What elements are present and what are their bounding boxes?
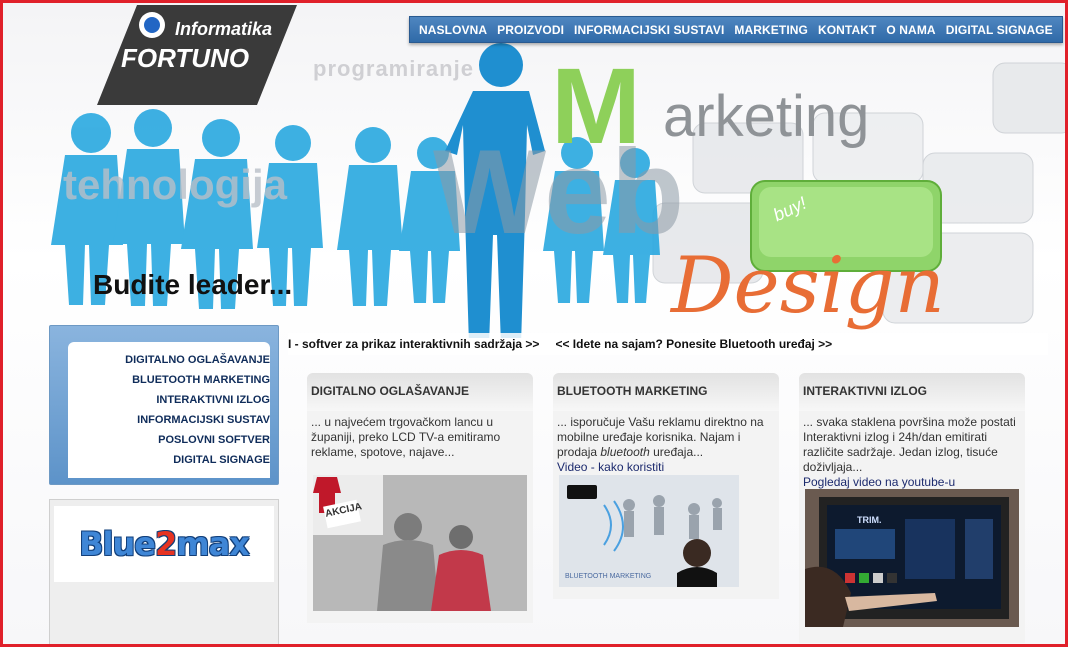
partner-box: Blue2max <box>49 499 279 644</box>
screen-label: TRIM. <box>857 515 882 525</box>
card-bluetooth-marketing: BLUETOOTH MARKETING ... isporučuje Vašu … <box>553 373 779 599</box>
nav-item-informacijski-sustavi[interactable]: INFORMACIJSKI SUSTAVI <box>569 23 729 37</box>
side-menu: DIGITALNO OGLAŠAVANJE BLUETOOTH MARKETING… <box>125 350 270 470</box>
logo-part-blue: Blue <box>79 525 156 563</box>
fortuno-logo[interactable]: Informatika FORTUNO <box>97 5 297 105</box>
side-menu-item[interactable]: BLUETOOTH MARKETING <box>125 370 270 390</box>
card-text: ... u najvećem trgovačkom lancu u župani… <box>311 415 501 459</box>
card-text-emphasis: bluetooth <box>600 445 650 459</box>
side-menu-item[interactable]: DIGITAL SIGNAGE <box>125 450 270 470</box>
hero-word-arketing: arketing <box>663 84 870 149</box>
shopping-photo <box>313 475 527 611</box>
nav-item-kontakt[interactable]: KONTAKT <box>813 23 881 37</box>
logo-part-2: 2 <box>155 525 177 563</box>
ticker-link-bluetooth[interactable]: << Idete na sajam? Ponesite Bluetooth ur… <box>555 337 832 351</box>
hero-word-design: Design <box>671 241 945 331</box>
nav-item-digital-signage[interactable]: DIGITAL SIGNAGE <box>941 23 1058 37</box>
hero-banner: Informatika FORTUNO NASLOVNA PROIZVODI INF… <box>3 3 1065 338</box>
card-text: ... svaka staklena površina može postati… <box>803 415 1016 474</box>
card-image-bluetooth[interactable]: BLUETOOTH MARKETING <box>559 475 739 587</box>
card-text: ... isporučuje Vašu reklamu direktno na … <box>553 411 779 460</box>
top-navigation: NASLOVNA PROIZVODI INFORMACIJSKI SUSTAVI MA… <box>409 16 1063 43</box>
card-image-izlog[interactable]: TRIM. <box>805 489 1019 627</box>
card-image-shopping[interactable]: AKCIJA <box>313 475 527 611</box>
side-menu-item[interactable]: POSLOVNI SOFTVER <box>125 430 270 450</box>
logo-name: FORTUNO <box>121 43 250 73</box>
card-title: BLUETOOTH MARKETING <box>553 373 779 411</box>
hero-word-programiranje: programiranje <box>313 56 474 81</box>
video-link-bluetooth[interactable]: Video - kako koristiti <box>553 460 779 475</box>
side-menu-item[interactable]: INTERAKTIVNI IZLOG <box>125 390 270 410</box>
card-digitalno-oglasavanje: DIGITALNO OGLAŠAVANJE ... u najvećem trg… <box>307 373 533 623</box>
card-text-part: uređaja... <box>649 445 704 459</box>
nav-item-proizvodi[interactable]: PROIZVODI <box>492 23 569 37</box>
bluetooth-photo <box>559 475 739 587</box>
side-menu-box: DIGITALNO OGLAŠAVANJE BLUETOOTH MARKETING… <box>49 325 279 485</box>
ticker-link-software[interactable]: І - softver za prikaz interaktivnih sadr… <box>288 337 539 351</box>
hero-slogan: Budite leader... <box>93 269 293 300</box>
logo-brand: Informatika <box>175 19 273 39</box>
nav-item-naslovna[interactable]: NASLOVNA <box>414 23 492 37</box>
side-menu-item[interactable]: DIGITALNO OGLAŠAVANJE <box>125 350 270 370</box>
blue2max-logo[interactable]: Blue2max <box>54 506 274 582</box>
hero-word-m: M <box>551 45 641 166</box>
image-caption-bluetooth: BLUETOOTH MARKETING <box>565 573 652 580</box>
logo-part-max: max <box>176 525 250 563</box>
news-ticker: І - softver za prikaz interaktivnih sadr… <box>288 333 1048 355</box>
nav-item-marketing[interactable]: MARKETING <box>729 23 813 37</box>
nav-item-o-nama[interactable]: O NAMA <box>881 23 940 37</box>
card-title: DIGITALNO OGLAŠAVANJE <box>307 373 533 411</box>
page-frame: Informatika FORTUNO NASLOVNA PROIZVODI INF… <box>0 0 1068 647</box>
video-link-youtube[interactable]: Pogledaj video na youtube-u <box>799 475 1025 490</box>
side-menu-item[interactable]: INFORMACIJSKI SUSTAV <box>125 410 270 430</box>
card-interaktivni-izlog: INTERAKTIVNI IZLOG ... svaka staklena po… <box>799 373 1025 643</box>
interactive-window-photo <box>805 489 1019 627</box>
hero-word-tehnologija: tehnologija <box>63 161 287 208</box>
card-title: INTERAKTIVNI IZLOG <box>799 373 1025 411</box>
